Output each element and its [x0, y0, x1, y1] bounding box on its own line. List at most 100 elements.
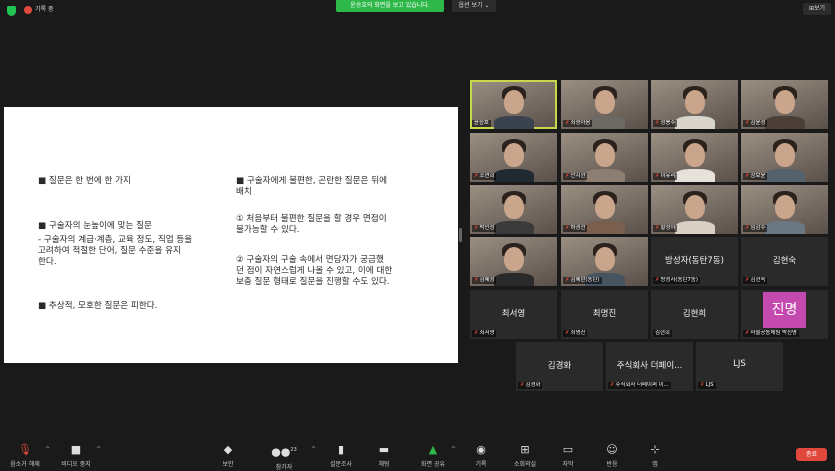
participant-tile[interactable]: 김경화 ✗김경화	[516, 342, 603, 391]
mic-muted-icon: ✗	[745, 120, 750, 126]
participant-video	[685, 90, 705, 114]
participant-name-large: 김현숙	[772, 256, 797, 266]
slide-point: ① 처음부터 불편한 질문을 할 경우 면접이 불가능할 수 있다.	[236, 214, 387, 235]
participant-tile[interactable]: 최명진 ✗최명진	[561, 290, 648, 339]
chat-button[interactable]: ▬ 채팅	[359, 443, 409, 469]
participant-tile[interactable]: 진명 ✗마을공동체팀 박진명	[741, 290, 828, 339]
participant-name: 박민정	[479, 225, 495, 231]
view-options-label: 옵션 보기	[458, 2, 483, 9]
participant-name-large: 주식회사 더페이...	[616, 361, 683, 371]
apps-label: 앱	[652, 461, 658, 468]
slide-point: ■ 추상적, 모호한 질문은 피한다.	[38, 301, 158, 311]
video-button[interactable]: ■ 비디오 중지	[51, 444, 101, 469]
participant-tile[interactable]: ✗장보윤	[741, 133, 828, 182]
participant-name-label: ✗하경선	[563, 225, 588, 232]
participant-tile[interactable]: ✗김혜란(동탄)	[561, 237, 648, 286]
participant-name-large: LJS	[733, 359, 746, 369]
participant-name-label: ✗김경화	[518, 382, 543, 389]
participant-count: 23	[290, 447, 297, 453]
participant-tile[interactable]: 방성자(동탄7동) ✗방성자(동탄7동)	[651, 237, 738, 286]
participant-tile[interactable]: 김현숙 ✗김현숙	[741, 237, 828, 286]
participant-tile[interactable]: 윤승호	[470, 80, 557, 129]
participant-name: 장보윤	[750, 173, 766, 179]
participant-name: LJS	[705, 382, 714, 388]
participant-name-label: ✗최명진	[563, 330, 588, 337]
chevron-up-icon[interactable]: ^	[96, 446, 101, 453]
participant-name: 최서영	[479, 330, 495, 336]
participant-tile[interactable]: 김현희 김현희	[651, 290, 738, 339]
mic-muted-icon: ✗	[745, 225, 750, 231]
participant-video	[585, 221, 625, 234]
participant-video	[494, 169, 534, 182]
mic-muted-icon: ✗	[655, 277, 660, 283]
mic-muted-icon: ✗	[565, 173, 570, 179]
participant-name: 김현숙	[750, 277, 766, 283]
participant-name: 주식회사 더페이퍼 이...	[615, 382, 669, 388]
mic-muted-icon: ✗	[474, 173, 479, 179]
participant-name: 이유리	[660, 173, 676, 179]
participant-tile[interactable]: ✗박민정	[470, 185, 557, 234]
participants-button[interactable]: ●●23 참가자	[259, 444, 309, 470]
view-button[interactable]: ⊞보기	[803, 3, 831, 15]
participant-video	[494, 116, 534, 129]
participant-tile[interactable]: ✗황정아	[651, 185, 738, 234]
mic-muted-icon: ✗	[474, 277, 479, 283]
participant-name-label: ✗김혜정	[472, 277, 497, 284]
mic-muted-icon: ✗	[474, 225, 479, 231]
mic-muted-icon: ✗	[655, 173, 660, 179]
participant-tile[interactable]: ✗안지현	[561, 133, 648, 182]
participant-name: 김혜정	[479, 277, 495, 283]
participant-tile[interactable]: ✗최성아음	[561, 80, 648, 129]
participant-tile[interactable]: ✗소연희	[470, 133, 557, 182]
chevron-up-icon[interactable]: ^	[45, 446, 50, 453]
participant-video	[494, 273, 534, 286]
participant-name-large: 김경화	[547, 361, 572, 371]
participant-name-label: ✗LJS	[698, 382, 716, 389]
participant-name: 김혜란(동탄)	[570, 277, 600, 283]
recording-icon	[24, 6, 32, 14]
breakout-label: 소회의실	[513, 461, 537, 468]
polls-label: 설문조사	[329, 461, 353, 468]
participant-name-large: 최서영	[501, 309, 526, 319]
participant-name-label: 김현희	[653, 330, 672, 337]
end-meeting-button[interactable]: 종료	[796, 448, 827, 461]
unmute-button[interactable]: 🎙 음소거 해제	[0, 444, 50, 469]
participant-tile[interactable]: LJS ✗LJS	[696, 342, 783, 391]
participant-name-label: ✗김윤정	[743, 120, 768, 127]
share-status-banner[interactable]: 윤승호의 화면을 보고 있습니다.	[336, 0, 444, 12]
captions-button[interactable]: ▭ 자막	[543, 444, 593, 469]
participant-tile[interactable]: ✗김혜정	[470, 237, 557, 286]
resize-handle[interactable]	[459, 228, 462, 242]
participant-name-label: ✗정봉주	[653, 120, 678, 127]
participant-video	[504, 195, 524, 219]
slide-point: - 구술자의 계급·계층, 교육 정도, 직업 등을 고려하여 적절한 단어, …	[38, 235, 193, 267]
participant-tile[interactable]: 최서영 ✗최서영	[470, 290, 557, 339]
people-icon: ●●23	[271, 445, 297, 459]
participant-video	[675, 116, 715, 129]
mic-muted-icon: ✗	[700, 382, 705, 388]
participant-tile[interactable]: 주식회사 더페이... ✗주식회사 더페이퍼 이...	[606, 342, 693, 391]
record-button[interactable]: ◉ 기록	[456, 444, 506, 469]
mic-muted-icon: ✗	[745, 173, 750, 179]
mic-muted-icon: ✗	[565, 120, 570, 126]
participant-tile[interactable]: ✗김윤정	[741, 80, 828, 129]
view-options-button[interactable]: 옵션 보기 ⌄	[452, 0, 496, 12]
participant-name-large: 방성자(동탄7동)	[665, 256, 724, 266]
participant-name: 윤승호	[474, 120, 489, 126]
chat-label: 채팅	[378, 461, 390, 468]
security-button[interactable]: ◆ 보안	[203, 444, 253, 469]
participant-name: 안지현	[570, 173, 586, 179]
participant-video	[775, 195, 795, 219]
participant-video	[595, 90, 615, 114]
apps-button[interactable]: ⊹ 앱	[630, 444, 680, 469]
mic-muted-icon: ✗	[565, 330, 570, 336]
participant-tile[interactable]: ✗이유리	[651, 133, 738, 182]
participant-tile[interactable]: ✗하경선	[561, 185, 648, 234]
participant-name-label: ✗최성아음	[563, 120, 593, 127]
security-shield-icon[interactable]	[7, 6, 16, 16]
mic-muted-icon: ✗	[520, 382, 525, 388]
participant-tile[interactable]: ✗임감수	[741, 185, 828, 234]
participant-name-label: ✗황정아	[653, 225, 678, 232]
participant-tile[interactable]: ✗정봉주	[651, 80, 738, 129]
chat-bubble-icon: ▬	[378, 443, 390, 456]
